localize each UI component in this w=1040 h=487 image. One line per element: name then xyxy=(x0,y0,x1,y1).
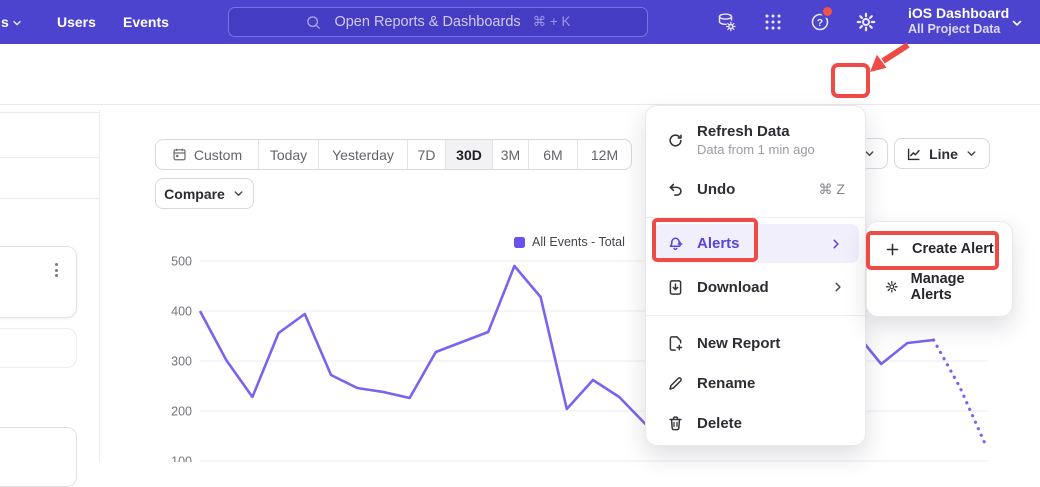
date-range-yesterday[interactable]: Yesterday xyxy=(319,140,408,169)
menu-item-delete[interactable]: Delete xyxy=(646,404,865,442)
apps-grid-icon[interactable] xyxy=(762,11,784,33)
search-placeholder: Open Reports & Dashboards xyxy=(334,14,520,30)
date-range-30d[interactable]: 30D xyxy=(446,140,493,169)
menu-item-alerts[interactable]: Alerts xyxy=(652,224,859,263)
pencil-icon xyxy=(667,375,684,392)
undo-shortcut: ⌘ Z xyxy=(819,181,845,198)
sidebar-row-divider xyxy=(0,157,99,158)
date-range-7d[interactable]: 7D xyxy=(408,140,446,169)
chevron-down-icon xyxy=(1010,16,1024,30)
menu-divider xyxy=(646,217,865,218)
date-range-12m[interactable]: 12M xyxy=(578,140,631,169)
project-scope: All Project Data xyxy=(908,22,1009,37)
chevron-down-icon xyxy=(965,147,978,160)
svg-text:300: 300 xyxy=(171,355,192,369)
kebab-menu-icon[interactable] xyxy=(51,259,62,281)
chevron-right-icon xyxy=(831,280,845,294)
date-range-control: Custom Today Yesterday 7D 30D 3M 6M 12M xyxy=(155,139,632,170)
chevron-down-icon xyxy=(232,187,245,200)
svg-text:500: 500 xyxy=(171,255,192,269)
svg-text:400: 400 xyxy=(171,305,192,319)
top-nav: s Users Events Open Reports & Dashboards… xyxy=(0,0,1040,44)
chevron-right-icon xyxy=(829,237,843,251)
date-range-6m[interactable]: 6M xyxy=(529,140,578,169)
refresh-icon xyxy=(667,132,684,149)
submenu-item-manage-alerts[interactable]: Manage Alerts xyxy=(867,268,1012,306)
calendar-icon xyxy=(172,147,187,162)
refresh-sublabel: Data from 1 min ago xyxy=(697,142,815,158)
date-range-3m[interactable]: 3M xyxy=(493,140,529,169)
svg-text:?: ? xyxy=(817,17,823,29)
alerts-submenu: Create Alert Manage Alerts xyxy=(866,221,1013,317)
bell-plus-icon xyxy=(667,235,684,252)
sidebar-row-divider xyxy=(0,198,99,199)
menu-divider xyxy=(646,315,865,316)
compare-button[interactable]: Compare xyxy=(155,178,254,209)
legend-label: All Events - Total xyxy=(532,235,625,249)
plus-icon xyxy=(885,242,900,257)
project-name: iOS Dashboard xyxy=(908,5,1009,22)
legend-item[interactable]: All Events - Total xyxy=(514,235,625,249)
date-range-custom[interactable]: Custom xyxy=(156,140,259,169)
menu-item-undo[interactable]: Undo ⌘ Z xyxy=(646,170,865,208)
search-icon xyxy=(305,14,322,31)
undo-icon xyxy=(667,181,684,198)
gear-icon xyxy=(885,280,899,295)
nav-item-users[interactable]: Users xyxy=(57,14,96,30)
date-range-today[interactable]: Today xyxy=(259,140,319,169)
menu-item-refresh-data[interactable]: Refresh Data Data from 1 min ago xyxy=(646,116,865,164)
report-header xyxy=(0,44,1040,105)
search-input[interactable]: Open Reports & Dashboards ⌘ + K xyxy=(228,7,648,37)
chart-type-button[interactable]: Line xyxy=(894,138,990,169)
app-window: s Users Events Open Reports & Dashboards… xyxy=(0,0,1040,462)
legend-swatch xyxy=(514,237,525,248)
line-chart-icon xyxy=(906,146,922,162)
chevron-down-icon xyxy=(11,17,23,29)
trash-icon xyxy=(667,415,684,432)
download-icon xyxy=(667,279,684,296)
menu-item-rename[interactable]: Rename xyxy=(646,364,865,402)
sidebar-divider xyxy=(99,110,100,462)
submenu-item-create-alert[interactable]: Create Alert xyxy=(867,230,1012,268)
data-management-icon[interactable] xyxy=(715,11,737,33)
gear-icon[interactable] xyxy=(855,11,877,33)
nav-item-partial[interactable]: s xyxy=(1,14,9,30)
sidebar-card[interactable] xyxy=(0,328,77,368)
svg-text:100: 100 xyxy=(171,455,192,463)
notification-dot xyxy=(821,5,834,18)
report-options-menu: Refresh Data Data from 1 min ago Undo ⌘ … xyxy=(645,105,866,446)
new-report-icon xyxy=(667,335,684,352)
sidebar-card[interactable] xyxy=(0,246,77,318)
menu-item-download[interactable]: Download xyxy=(646,268,865,306)
nav-item-events[interactable]: Events xyxy=(123,14,169,30)
menu-item-new-report[interactable]: New Report xyxy=(646,324,865,362)
project-switcher[interactable]: iOS Dashboard All Project Data xyxy=(908,5,1009,37)
search-shortcut: ⌘ + K xyxy=(533,14,571,30)
svg-text:200: 200 xyxy=(171,405,192,419)
sidebar-card[interactable] xyxy=(0,427,77,487)
sidebar-row-divider xyxy=(0,112,99,113)
